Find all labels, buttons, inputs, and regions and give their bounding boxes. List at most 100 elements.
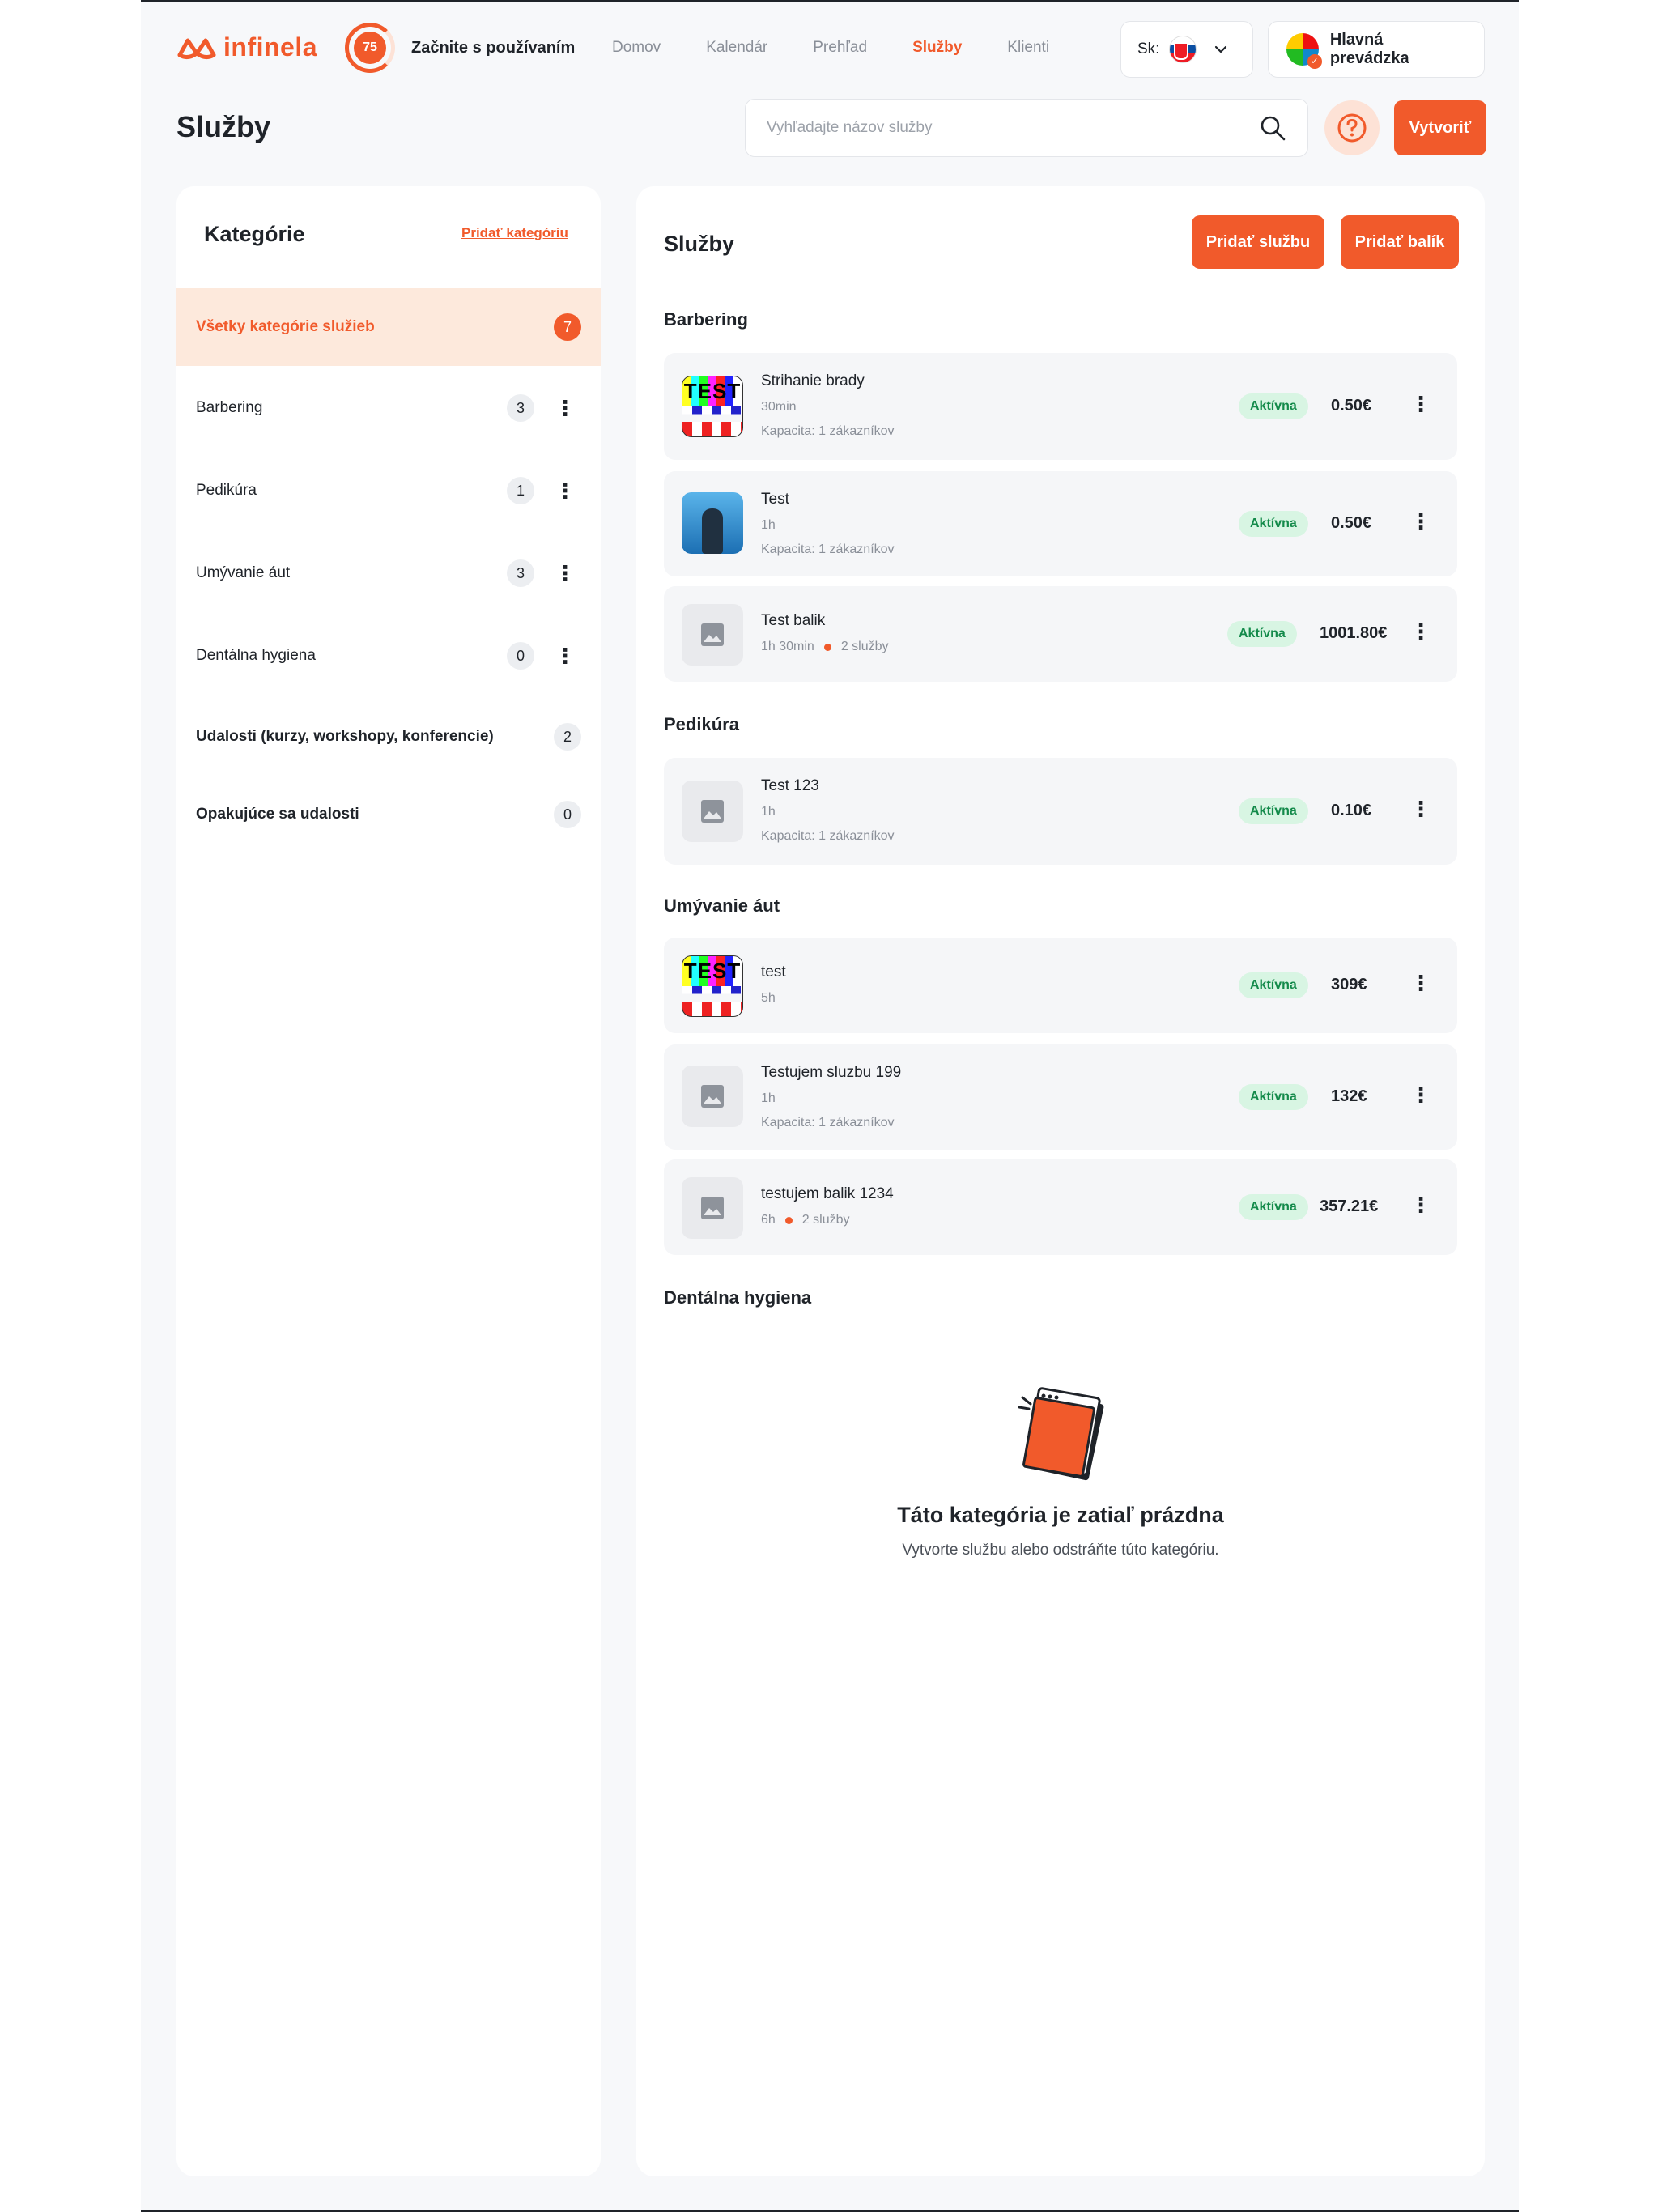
add-service-button[interactable]: Pridať službu	[1192, 215, 1324, 269]
onboarding-label: Začnite s používaním	[411, 38, 576, 57]
search-input[interactable]	[767, 119, 1259, 137]
service-capacity: Kapacita: 1 zákazníkov	[761, 424, 895, 438]
service-price: 0.50€	[1331, 397, 1372, 415]
nav-home[interactable]: Domov	[612, 39, 661, 57]
category-dental-hygiene[interactable]: Dentálna hygiena 0 ⋮	[176, 617, 601, 695]
more-vertical-icon[interactable]: ⋮	[1409, 798, 1433, 819]
service-price: 357.21€	[1320, 1197, 1379, 1215]
service-capacity: Kapacita: 1 zákazníkov	[761, 1116, 895, 1129]
more-vertical-icon[interactable]: ⋮	[1409, 511, 1433, 532]
service-card[interactable]: Testujem sluzbu 199 1h Kapacita: 1 zákaz…	[664, 1044, 1457, 1150]
search-box	[745, 99, 1308, 157]
package-card[interactable]: testujem balik 1234 6h 2 služby Aktívna 3…	[664, 1159, 1457, 1255]
search-icon[interactable]	[1259, 114, 1286, 142]
service-duration: 1h	[761, 805, 776, 819]
help-button[interactable]	[1324, 100, 1380, 155]
service-card[interactable]: Test 123 1h Kapacita: 1 zákazníkov Aktív…	[664, 758, 1457, 865]
language-label: Sk:	[1137, 40, 1160, 57]
service-thumbnail	[682, 1177, 743, 1239]
nav-services[interactable]: Služby	[912, 39, 962, 57]
service-duration: 1h	[761, 518, 776, 532]
category-name: Všetky kategórie služieb	[196, 318, 375, 335]
language-selector[interactable]: Sk:	[1120, 21, 1253, 78]
category-pedicure[interactable]: Pedikúra 1 ⋮	[176, 452, 601, 530]
chevron-down-icon	[1215, 45, 1227, 53]
main-nav: Domov Kalendár Prehľad Služby Klienti	[612, 39, 1049, 57]
service-card[interactable]: TEST Strihanie brady 30min Kapacita: 1 z…	[664, 353, 1457, 460]
more-vertical-icon[interactable]: ⋮	[1409, 621, 1433, 642]
add-package-button[interactable]: Pridať balík	[1341, 215, 1459, 269]
nav-overview[interactable]: Prehľad	[813, 39, 867, 57]
nav-calendar[interactable]: Kalendár	[706, 39, 767, 57]
service-name: Strihanie brady	[761, 372, 865, 389]
status-badge: Aktívna	[1239, 1194, 1308, 1220]
image-placeholder-icon	[701, 800, 724, 823]
category-count: 0	[507, 642, 534, 670]
category-count: 0	[554, 801, 581, 828]
category-count: 7	[554, 313, 581, 341]
empty-folder-illustration-icon	[1018, 1387, 1104, 1481]
status-badge: Aktívna	[1227, 621, 1297, 647]
service-capacity: Kapacita: 1 zákazníkov	[761, 829, 895, 843]
more-vertical-icon[interactable]: ⋮	[549, 480, 581, 501]
progress-ring: 75	[345, 23, 395, 73]
category-all[interactable]: Všetky kategórie služieb 7	[176, 288, 601, 366]
service-price: 1001.80€	[1320, 624, 1388, 642]
category-name: Pedikúra	[196, 482, 257, 499]
services-panel: Služby Pridať službu Pridať balík Barber…	[636, 186, 1485, 2176]
service-price: 132€	[1331, 1087, 1367, 1105]
category-name: Barbering	[196, 399, 263, 416]
branch-selector[interactable]: Hlavná prevádzka	[1268, 21, 1485, 78]
add-category-link[interactable]: Pridať kategóriu	[461, 225, 568, 241]
service-duration: 5h	[761, 991, 776, 1005]
logo[interactable]: infinela	[176, 32, 317, 62]
service-capacity: Kapacita: 1 zákazníkov	[761, 542, 895, 556]
service-card[interactable]: Test 1h Kapacita: 1 zákazníkov Aktívna 0…	[664, 471, 1457, 576]
app-frame: infinela 75 Začnite s používaním Domov K…	[141, 0, 1519, 2212]
create-button[interactable]: Vytvoriť	[1394, 100, 1486, 155]
category-events[interactable]: Udalosti (kurzy, workshopy, konferencie)…	[176, 698, 601, 776]
status-badge: Aktívna	[1239, 511, 1308, 537]
status-badge: Aktívna	[1239, 972, 1308, 998]
nav-clients[interactable]: Klienti	[1007, 39, 1049, 57]
more-vertical-icon[interactable]: ⋮	[549, 398, 581, 419]
category-name: Opakujúce sa udalosti	[196, 806, 359, 823]
service-name: test	[761, 963, 786, 981]
categories-panel: Kategórie Pridať kategóriu Všetky kategó…	[176, 186, 601, 2176]
categories-title: Kategórie	[204, 222, 305, 246]
more-vertical-icon[interactable]: ⋮	[549, 645, 581, 666]
more-vertical-icon[interactable]: ⋮	[1409, 1084, 1433, 1105]
service-thumbnail	[682, 492, 743, 554]
service-duration: 30min	[761, 400, 797, 414]
category-count: 1	[507, 477, 534, 504]
status-badge: Aktívna	[1239, 1084, 1308, 1110]
service-name: testujem balik 1234	[761, 1185, 894, 1202]
service-price: 309€	[1331, 976, 1367, 993]
category-recurring-events[interactable]: Opakujúce sa udalosti 0	[176, 776, 601, 853]
service-card[interactable]: TEST test 5h Aktívna 309€ ⋮	[664, 938, 1457, 1033]
empty-state-title: Táto kategória je zatiaľ prázdna	[897, 1503, 1224, 1527]
service-thumbnail: TEST	[682, 376, 743, 437]
category-barbering[interactable]: Barbering 3 ⋮	[176, 369, 601, 447]
service-duration: 1h	[761, 1091, 776, 1105]
infinity-logo-icon	[177, 38, 216, 59]
branch-name: Hlavná prevádzka	[1329, 31, 1409, 67]
more-vertical-icon[interactable]: ⋮	[1409, 393, 1433, 415]
service-name: Test	[761, 491, 789, 508]
service-price: 0.50€	[1331, 514, 1372, 532]
group-title: Umývanie áut	[664, 895, 780, 916]
service-thumbnail	[682, 781, 743, 842]
category-car-wash[interactable]: Umývanie áut 3 ⋮	[176, 534, 601, 612]
more-vertical-icon[interactable]: ⋮	[1409, 1194, 1433, 1215]
more-vertical-icon[interactable]: ⋮	[1409, 972, 1433, 993]
service-price: 0.10€	[1331, 802, 1372, 819]
more-vertical-icon[interactable]: ⋮	[549, 563, 581, 584]
onboarding-progress[interactable]: 75 Začnite s používaním	[345, 23, 575, 73]
image-placeholder-icon	[701, 623, 724, 646]
slovak-flag-icon	[1169, 36, 1197, 63]
category-count: 3	[507, 394, 534, 422]
branch-avatar	[1286, 33, 1322, 69]
category-name: Umývanie áut	[196, 564, 291, 581]
package-card[interactable]: Test balik 1h 30min 2 služby Aktívna 1001…	[664, 586, 1457, 682]
service-name: Test balik	[761, 612, 826, 629]
